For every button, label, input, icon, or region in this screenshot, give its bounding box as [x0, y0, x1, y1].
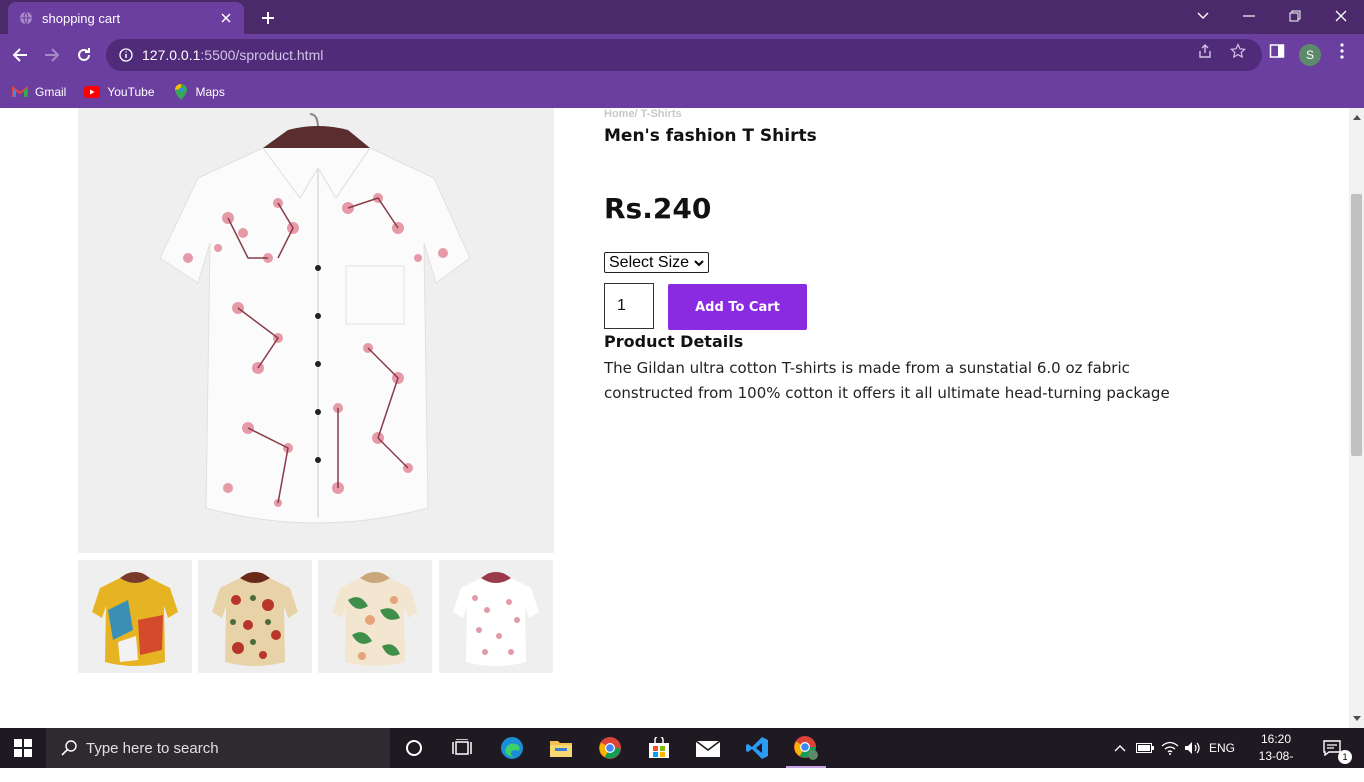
search-placeholder: Type here to search	[86, 739, 219, 757]
globe-icon	[18, 10, 34, 26]
edge-browser-icon[interactable]	[488, 728, 536, 768]
gmail-icon	[12, 85, 28, 99]
tab-title: shopping cart	[42, 10, 121, 26]
wifi-icon[interactable]	[1158, 728, 1182, 768]
size-select-value: Select Size	[609, 253, 690, 271]
close-window-icon[interactable]	[1318, 0, 1364, 32]
mail-icon[interactable]	[684, 728, 732, 768]
page-scrollbar[interactable]	[1349, 108, 1364, 728]
shirt-thumbnail-image	[212, 572, 298, 666]
url-host: 127.0.0.1	[142, 47, 201, 63]
chrome-profile-icon[interactable]	[782, 728, 830, 768]
back-arrow-icon[interactable]	[8, 43, 32, 67]
clock-date: 13-08-2023	[1258, 749, 1294, 780]
size-select[interactable]: Select Size	[604, 252, 709, 273]
tab-shopping-cart[interactable]: shopping cart	[8, 2, 244, 34]
minimize-icon[interactable]	[1226, 0, 1272, 32]
scroll-up-arrow-icon[interactable]	[1349, 110, 1364, 124]
bookmark-label: Gmail	[35, 85, 67, 99]
bookmark-label: Maps	[195, 85, 225, 99]
windows-taskbar: Type here to search ENG 16:20 13-08-2023	[0, 728, 1364, 780]
new-tab-icon[interactable]	[256, 6, 280, 30]
vscode-icon[interactable]	[733, 728, 781, 768]
tab-search-chevron-icon[interactable]	[1180, 0, 1226, 32]
url-path: :5500/sproduct.html	[200, 47, 324, 63]
close-tab-icon[interactable]	[218, 10, 234, 26]
scrollbar-thumb[interactable]	[1351, 194, 1362, 456]
show-hidden-icons-icon[interactable]	[1110, 728, 1130, 768]
thumbnail-white-pink-floral-shirt[interactable]	[439, 560, 553, 673]
product-details-heading: Product Details	[604, 332, 744, 351]
scroll-down-arrow-icon[interactable]	[1349, 712, 1364, 726]
breadcrumb[interactable]: Home/ T-Shirts	[604, 108, 682, 120]
thumbnail-multicolor-shirt[interactable]	[78, 560, 192, 673]
main-product-image	[78, 108, 554, 553]
site-info-icon[interactable]	[118, 47, 134, 63]
shirt-thumbnail-image	[332, 572, 418, 666]
add-to-cart-button[interactable]: Add To Cart	[668, 284, 807, 330]
address-bar[interactable]: 127.0.0.1:5500/sproduct.html	[106, 39, 1262, 71]
file-explorer-icon[interactable]	[537, 728, 585, 768]
thumbnail-floral-red-shirt[interactable]	[198, 560, 312, 673]
product-title: Men's fashion T Shirts	[604, 126, 817, 146]
language-indicator[interactable]: ENG	[1206, 728, 1238, 768]
thumbnail-tropical-leaf-shirt[interactable]	[318, 560, 432, 673]
reload-icon[interactable]	[72, 43, 96, 67]
system-clock[interactable]: 16:20 13-08-2023	[1248, 731, 1304, 782]
bookmarks-bar: Gmail YouTube Maps	[0, 76, 1364, 108]
side-panel-icon[interactable]	[1268, 42, 1286, 60]
bookmark-maps[interactable]: Maps	[173, 84, 225, 100]
shirt-thumbnail-image	[92, 572, 178, 666]
battery-icon[interactable]	[1134, 728, 1156, 768]
product-price: Rs.240	[604, 192, 712, 225]
chrome-icon[interactable]	[586, 728, 634, 768]
chevron-down-icon	[694, 256, 704, 274]
shirt-thumbnail-image	[453, 572, 539, 666]
product-details-text: The Gildan ultra cotton T-shirts is made…	[604, 359, 1170, 402]
browser-toolbar: 127.0.0.1:5500/sproduct.html S	[0, 34, 1364, 76]
floral-shirt-illustration	[159, 113, 471, 524]
clock-time: 16:20	[1260, 732, 1292, 746]
profile-avatar[interactable]: S	[1299, 44, 1321, 66]
windows-start-icon[interactable]	[0, 728, 46, 768]
bookmark-youtube[interactable]: YouTube	[84, 85, 155, 99]
task-view-icon[interactable]	[438, 728, 486, 768]
notification-count-badge: 1	[1338, 750, 1352, 764]
menu-kebab-icon[interactable]	[1333, 42, 1351, 60]
search-icon	[60, 739, 78, 757]
maps-icon	[173, 84, 189, 100]
cortana-icon[interactable]	[390, 728, 438, 768]
browser-tab-strip: shopping cart	[0, 0, 1364, 34]
restore-icon[interactable]	[1272, 0, 1318, 32]
bookmark-gmail[interactable]: Gmail	[12, 85, 66, 99]
taskbar-search-box[interactable]: Type here to search	[46, 728, 390, 768]
volume-icon[interactable]	[1182, 728, 1204, 768]
bookmark-label: YouTube	[107, 85, 155, 99]
microsoft-store-icon[interactable]	[635, 728, 683, 768]
youtube-icon	[84, 85, 101, 99]
forward-arrow-icon[interactable]	[40, 43, 64, 67]
page-viewport: Home/ T-Shirts Men's fashion T Shirts Rs…	[0, 108, 1349, 728]
quantity-input[interactable]: 1	[604, 283, 654, 329]
bookmark-star-icon[interactable]	[1229, 42, 1247, 60]
share-icon[interactable]	[1196, 42, 1214, 60]
